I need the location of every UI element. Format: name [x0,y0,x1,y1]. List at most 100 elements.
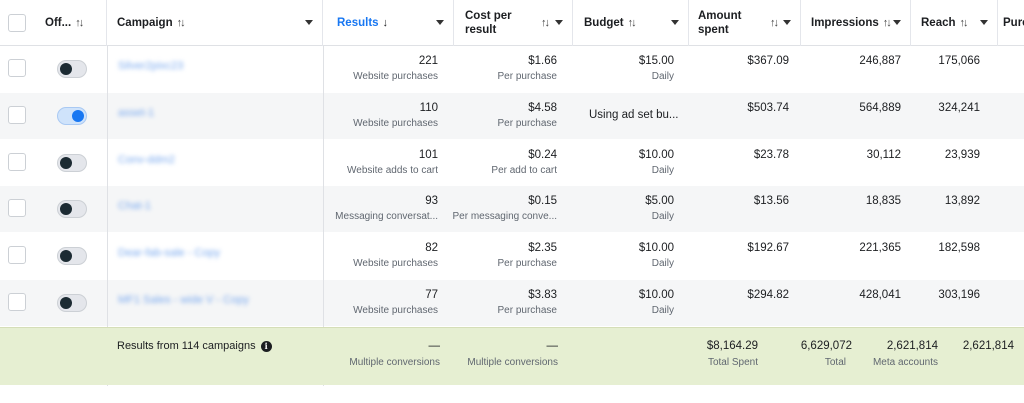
column-header-purchases[interactable]: Purc [998,0,1024,45]
column-header-amount-spent[interactable]: Amount spent ↑↓ [689,0,801,46]
cost-per-result-type: Per messaging conve... [452,211,558,223]
campaign-toggle[interactable] [57,153,87,172]
campaign-name-link[interactable]: Conv-ddm2 [118,154,175,166]
budget-value: $5.00 [645,195,674,208]
table-row[interactable]: MF1 Sales - wide V - Copy 77 Website purch… [0,280,1024,326]
budget-value: $10.00 [638,289,674,301]
table-row[interactable]: Chat-1 93 Messaging conversat... $0.15 Per m… [0,186,1024,233]
summary-cost: — [546,340,559,352]
results-type: Website adds to cart [347,164,438,176]
column-header-reach[interactable]: Reach ↑↓ [911,0,998,46]
campaign-toggle[interactable] [57,60,87,78]
campaign-name-link[interactable]: Dear-fab-sale - Copy [118,247,220,259]
impressions-value: 30,112 [866,148,901,161]
column-header-reach-label: Reach [921,16,956,29]
sort-icon: ↑↓ [882,16,892,29]
amount-spent-value: $503.74 [747,101,789,114]
summary-purchases: 2,621,814 [962,340,1014,352]
chevron-down-icon[interactable] [555,20,563,25]
results-type: Website purchases [353,258,438,270]
campaign-name-link[interactable]: asset-1 [118,107,154,119]
column-header-impressions-label: Impressions [811,16,879,29]
budget-value: $15.00 [638,55,674,67]
campaign-toggle[interactable] [57,106,87,125]
sort-icon: ↑↓ [627,16,637,29]
results-value: 93 [425,195,438,208]
row-checkbox[interactable] [8,105,26,124]
summary-amount-spent: $8,164.29 [706,340,758,352]
column-header-budget[interactable]: Budget ↑↓ [573,0,689,46]
summary-results: — [428,340,441,352]
summary-results-type: Multiple conversions [349,357,440,368]
cost-per-result-type: Per purchase [497,305,557,316]
column-header-results-label: Results [337,16,379,29]
column-header-purchases-label: Purc [1003,16,1024,29]
summary-impressions: 6,629,072 [800,340,852,352]
results-type: Website purchases [353,305,438,316]
column-header-off[interactable]: Off... ↑↓ [34,0,107,46]
summary-amount-spent-type: Total Spent [707,357,758,368]
column-header-cost-per-result[interactable]: Cost per result ↑↓ [454,0,573,46]
column-header-off-label: Off... [45,16,72,29]
table-row[interactable]: Silver2pixc23 221 Website purchases $1.66 Pe… [0,46,1024,92]
chevron-down-icon[interactable] [436,20,444,25]
campaign-name-link[interactable]: Chat-1 [118,200,151,212]
summary-title: Results from 114 campaigns i [117,340,272,352]
budget-type: Daily [651,258,674,270]
chevron-down-icon[interactable] [671,20,679,25]
campaign-toggle[interactable] [57,247,87,266]
cost-per-result-value: $4.58 [528,101,557,114]
campaign-toggle[interactable] [57,294,87,312]
reach-value: 182,598 [938,242,980,255]
results-value: 82 [425,242,438,255]
campaign-name-link[interactable]: Silver2pixc23 [118,60,183,72]
toggle-knob [72,109,84,122]
amount-spent-value: $13.56 [753,195,789,208]
row-checkbox[interactable] [8,152,26,171]
column-header-cost-label: Cost per result [465,9,512,36]
sort-icon: ↑↓ [959,16,969,29]
row-checkbox[interactable] [8,199,26,218]
impressions-value: 221,365 [859,242,901,255]
column-header-amount-label: Amount spent [698,9,742,36]
sort-icon: ↑↓ [541,17,550,29]
column-header-results[interactable]: Results ↓ [323,0,454,46]
results-value: 77 [425,289,438,301]
campaign-toggle[interactable] [57,200,87,219]
chevron-down-icon[interactable] [783,20,791,25]
impressions-value: 246,887 [859,55,901,67]
results-value: 101 [418,148,438,161]
toggle-knob [60,156,72,169]
sort-icon: ↑↓ [75,16,84,29]
chevron-down-icon[interactable] [980,20,988,25]
select-all-checkbox[interactable] [8,14,26,32]
row-checkbox[interactable] [8,59,26,77]
budget-type: Daily [651,164,674,176]
sort-icon: ↑↓ [770,17,779,29]
table-row[interactable]: Dear-fab-sale - Copy 82 Website purchases $… [0,233,1024,279]
table-row[interactable]: Conv-ddm2 101 Website adds to cart $0.24 Per… [0,140,1024,186]
reach-value: 324,241 [938,101,980,114]
results-value: 110 [419,101,438,114]
amount-spent-value: $192.67 [747,242,789,255]
budget-value: $10.00 [638,242,674,255]
budget-type: Daily [651,71,674,82]
cost-per-result-value: $0.24 [528,148,557,161]
summary-cost-type: Multiple conversions [467,357,558,368]
cost-per-result-type: Per purchase [497,71,557,82]
column-header-impressions[interactable]: Impressions ↑↓ [801,0,911,46]
campaign-name-link[interactable]: MF1 Sales - wide V - Copy [118,294,249,306]
info-icon[interactable]: i [260,340,272,352]
chevron-down-icon[interactable] [893,20,901,25]
cost-per-result-type: Per add to cart [491,164,557,176]
sort-icon: ↑↓ [176,16,186,29]
reach-value: 23,939 [944,148,980,161]
budget-value: Using ad set bu... [589,108,679,121]
toggle-knob [60,63,72,75]
table-row[interactable]: asset-1 110 Website purchases $4.58 Per purc… [0,92,1024,139]
row-checkbox[interactable] [8,246,26,265]
row-checkbox[interactable] [8,293,26,311]
chevron-down-icon[interactable] [305,20,313,25]
cost-per-result-value: $2.35 [528,242,557,255]
column-header-campaign[interactable]: Campaign ↑↓ [107,0,323,46]
